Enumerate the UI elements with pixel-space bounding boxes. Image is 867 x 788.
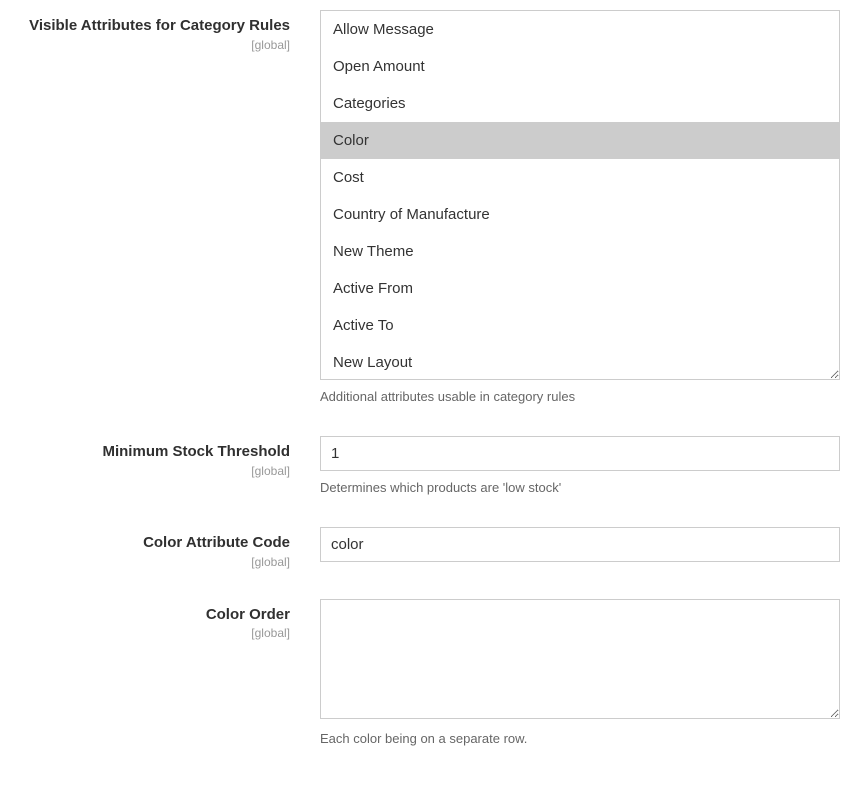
color-order-textarea[interactable] — [320, 599, 840, 719]
field-note: Determines which products are 'low stock… — [320, 479, 840, 497]
label-column: Color Attribute Code [global] — [0, 527, 320, 569]
visible-attributes-multiselect[interactable]: Allow MessageOpen AmountCategoriesColorC… — [320, 10, 840, 380]
multiselect-option[interactable]: Color — [321, 122, 839, 159]
multiselect-option[interactable]: Open Amount — [321, 48, 839, 85]
field-scope: [global] — [0, 464, 290, 478]
label-column: Color Order [global] — [0, 599, 320, 748]
input-column: Allow MessageOpen AmountCategoriesColorC… — [320, 10, 840, 406]
multiselect-option[interactable]: Active To — [321, 307, 839, 344]
label-column: Minimum Stock Threshold [global] — [0, 436, 320, 497]
multiselect-option[interactable]: Categories — [321, 85, 839, 122]
field-visible-attributes: Visible Attributes for Category Rules [g… — [0, 10, 867, 406]
multiselect-option[interactable]: Allow Message — [321, 11, 839, 48]
input-column: Each color being on a separate row. — [320, 599, 840, 748]
field-label: Visible Attributes for Category Rules — [0, 16, 290, 36]
field-min-stock: Minimum Stock Threshold [global] Determi… — [0, 436, 867, 497]
field-color-attr: Color Attribute Code [global] — [0, 527, 867, 569]
field-note: Additional attributes usable in category… — [320, 388, 840, 406]
input-column — [320, 527, 840, 569]
field-label: Color Attribute Code — [0, 533, 290, 553]
field-scope: [global] — [0, 555, 290, 569]
field-scope: [global] — [0, 626, 290, 640]
color-attr-input[interactable] — [320, 527, 840, 562]
field-label: Color Order — [0, 605, 290, 625]
field-label: Minimum Stock Threshold — [0, 442, 290, 462]
label-column: Visible Attributes for Category Rules [g… — [0, 10, 320, 406]
field-scope: [global] — [0, 38, 290, 52]
multiselect-option[interactable]: Country of Manufacture — [321, 196, 839, 233]
input-column: Determines which products are 'low stock… — [320, 436, 840, 497]
multiselect-option[interactable]: New Layout — [321, 344, 839, 380]
field-color-order: Color Order [global] Each color being on… — [0, 599, 867, 748]
multiselect-option[interactable]: Cost — [321, 159, 839, 196]
multiselect-option[interactable]: New Theme — [321, 233, 839, 270]
multiselect-option[interactable]: Active From — [321, 270, 839, 307]
min-stock-input[interactable] — [320, 436, 840, 471]
field-note: Each color being on a separate row. — [320, 730, 840, 748]
